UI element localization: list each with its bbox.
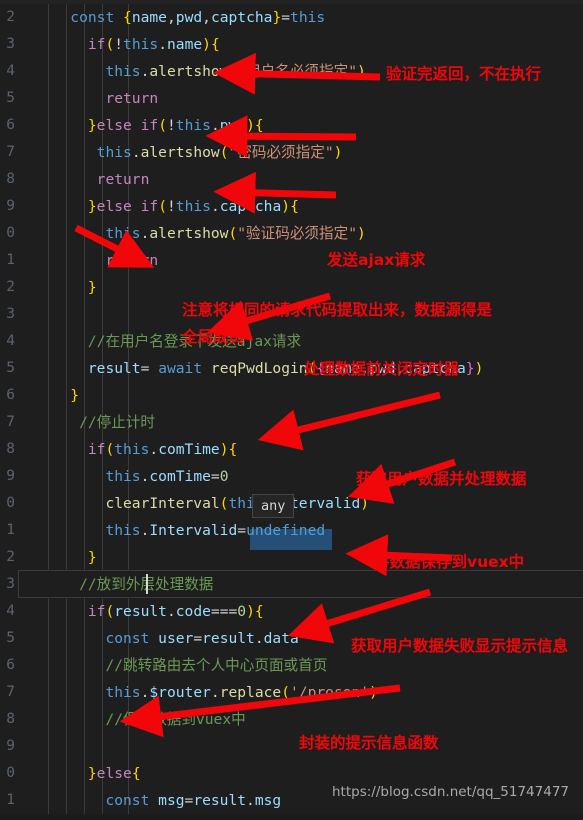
line-number-gutter: 2345678901234567890123456789012 — [0, 0, 18, 820]
annotation-text: 全局成员 — [182, 328, 245, 346]
code-line[interactable]: const user=result.data — [0, 625, 298, 652]
code-line[interactable]: const msg=result.msg — [0, 787, 281, 814]
annotation-text: 注意将相同的请求代码提取出来，数据源得是 — [182, 301, 493, 319]
code-line[interactable]: if(this.comTime){ — [0, 436, 237, 463]
line-number: 9 — [6, 198, 15, 214]
code-line[interactable]: return — [0, 85, 158, 112]
line-number: 7 — [6, 144, 15, 160]
line-number: 3 — [6, 306, 15, 322]
code-content[interactable]: const {name,pwd,captcha}=this if(!this.n… — [0, 0, 583, 820]
line-number: 8 — [6, 171, 15, 187]
annotation-text: 验证完返回，不在执行 — [386, 65, 542, 83]
code-line[interactable]: this.$router.replace('/proson') — [0, 679, 377, 706]
code-line[interactable]: return — [0, 247, 158, 274]
code-line[interactable]: this.alertshow("密码必须指定") — [0, 139, 343, 166]
line-number: 1 — [6, 792, 15, 808]
code-line[interactable]: //放到外层处理数据 — [0, 571, 213, 598]
line-number: 5 — [6, 90, 15, 106]
line-number: 8 — [6, 441, 15, 457]
code-line[interactable]: const {name,pwd,captcha}=this — [0, 4, 325, 31]
annotation-text: 发送ajax请求 — [327, 251, 426, 269]
code-line[interactable]: this.alertshow("用户名必须指定") — [0, 58, 365, 85]
line-number: 9 — [6, 468, 15, 484]
annotation-text: 获取用户数据并处理数据 — [356, 470, 527, 488]
text-cursor — [146, 574, 148, 594]
editor-top-edge — [0, 0, 583, 4]
line-number: 5 — [6, 630, 15, 646]
code-line[interactable]: if(!this.name){ — [0, 31, 220, 58]
line-number: 7 — [6, 414, 15, 430]
tooltip-label: any — [261, 498, 286, 514]
annotation-text: 封装的提示信息函数 — [299, 734, 439, 752]
code-line[interactable]: if(result.code===0){ — [0, 598, 264, 625]
code-line[interactable]: }else if(!this.captcha){ — [0, 193, 299, 220]
line-number: 8 — [6, 711, 15, 727]
line-number: 6 — [6, 387, 15, 403]
code-line[interactable]: this.comTime=0 — [0, 463, 228, 490]
line-number: 3 — [6, 576, 15, 592]
line-number: 9 — [6, 738, 15, 754]
line-number: 5 — [6, 360, 15, 376]
line-number: 0 — [6, 225, 15, 241]
code-line[interactable]: return — [0, 166, 150, 193]
code-line[interactable]: clearInterval(this.Intervalid) — [0, 490, 369, 517]
code-line[interactable]: //停止计时 — [0, 409, 155, 436]
annotation-text: 获取用户数据失败显示提示信息 — [351, 637, 569, 655]
code-line[interactable]: //跳转路由去个人中心页面或首页 — [0, 652, 327, 679]
annotation-text: 将数据保存到vuex中 — [374, 553, 525, 571]
type-hint-tooltip: any — [252, 494, 295, 518]
line-number: 6 — [6, 117, 15, 133]
code-line[interactable]: //保存数据到vuex中 — [0, 706, 245, 733]
line-number: 2 — [6, 9, 15, 25]
line-number: 4 — [6, 333, 15, 349]
line-number: 0 — [6, 765, 15, 781]
line-number: 7 — [6, 684, 15, 700]
editor-bottom-edge — [0, 814, 583, 820]
line-number: 4 — [6, 603, 15, 619]
watermark: https://blog.csdn.net/qq_51747477 — [331, 784, 569, 800]
code-line[interactable]: this.Intervalid=undefined — [0, 517, 325, 544]
line-number: 3 — [6, 36, 15, 52]
line-number: 0 — [6, 495, 15, 511]
line-number: 2 — [6, 279, 15, 295]
line-number: 1 — [6, 522, 15, 538]
line-number: 1 — [6, 252, 15, 268]
code-line[interactable]: this.alertshow("验证码必须指定") — [0, 220, 365, 247]
code-line[interactable]: }else if(!this.pwd){ — [0, 112, 264, 139]
code-editor[interactable]: 2345678901234567890123456789012 const {n… — [0, 0, 583, 820]
code-line[interactable]: //在用户名登录下发送ajax请求 — [0, 328, 301, 355]
code-line[interactable]: }else{ — [0, 760, 141, 787]
annotation-text: 处理数据前关闭定时器 — [304, 360, 460, 378]
line-number: 4 — [6, 63, 15, 79]
line-number: 2 — [6, 549, 15, 565]
line-number: 6 — [6, 657, 15, 673]
